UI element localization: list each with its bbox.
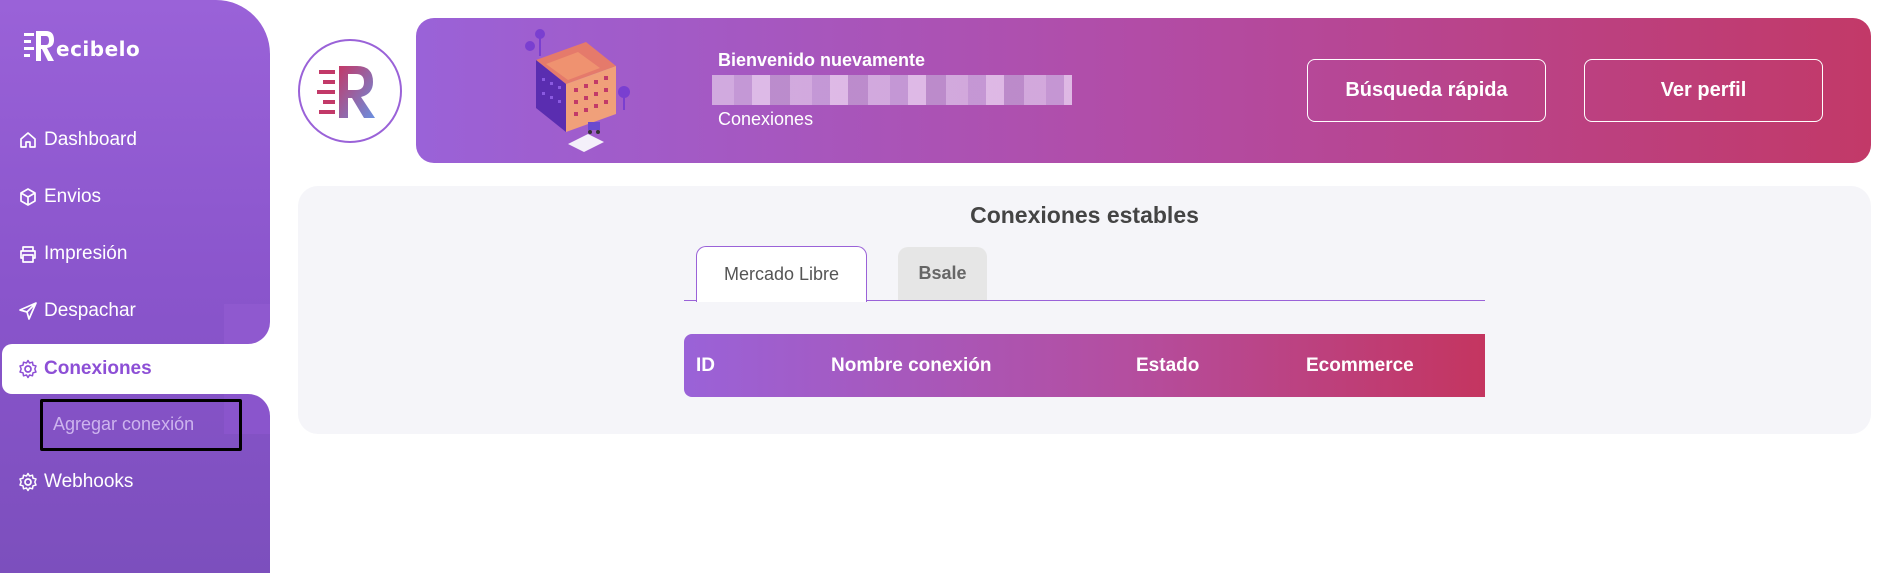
sidebar-item-despachar[interactable]: Despachar (18, 291, 136, 331)
send-icon (18, 301, 38, 321)
sidebar-item-label: Envios (44, 186, 102, 207)
box-icon (18, 187, 38, 207)
sidebar-item-conexiones[interactable]: Conexiones (0, 304, 270, 434)
sidebar-subitem-label: Agregar conexión (53, 414, 195, 434)
user-name-blurred (712, 75, 1072, 105)
sidebar-item-label: Dashboard (44, 129, 137, 150)
printer-icon (18, 244, 38, 264)
sidebar-item-webhooks[interactable]: Webhooks (18, 462, 133, 502)
table-header: ID Nombre conexión Estado Ecommerce (684, 334, 1485, 397)
view-profile-button[interactable]: Ver perfil (1584, 59, 1823, 122)
sidebar-item-dashboard[interactable]: Dashboard (18, 120, 137, 160)
current-section: Conexiones (718, 109, 814, 129)
gear-icon (18, 472, 38, 492)
sidebar-item-label: Conexiones (44, 358, 152, 379)
tab-bsale[interactable]: Bsale (898, 247, 987, 300)
column-header-estado[interactable]: Estado (1136, 334, 1199, 397)
sidebar-item-label: Despachar (44, 300, 136, 321)
welcome-text: Bienvenido nuevamente (718, 50, 926, 70)
sidebar-item-envios[interactable]: Envios (18, 177, 101, 217)
sidebar-item-label: Impresión (44, 243, 128, 264)
welcome-banner: Bienvenido nuevamente Conexiones Búsqued… (416, 18, 1871, 163)
sidebar-subitem-agregar-conexion[interactable]: Agregar conexión (40, 399, 242, 451)
sidebar: ecibelo Dashboard Envios Impresión Despa… (0, 0, 270, 573)
column-header-name[interactable]: Nombre conexión (831, 334, 991, 397)
column-header-ecommerce[interactable]: Ecommerce (1306, 334, 1414, 397)
sidebar-item-label: Webhooks (44, 471, 134, 492)
logo-text: ecibelo (56, 37, 141, 61)
logo-r-icon (317, 66, 375, 118)
building-illustration (525, 29, 630, 152)
avatar[interactable] (298, 39, 402, 143)
connections-card: Conexiones estables Mercado Libre Bsale … (298, 186, 1871, 434)
app-logo[interactable]: ecibelo (24, 26, 154, 66)
home-icon (18, 130, 38, 150)
quick-search-button[interactable]: Búsqueda rápida (1307, 59, 1546, 122)
sidebar-item-impresion[interactable]: Impresión (18, 234, 127, 274)
tab-mercado-libre[interactable]: Mercado Libre (696, 246, 867, 302)
column-header-id[interactable]: ID (696, 334, 715, 397)
gear-icon (18, 359, 38, 379)
logo-r-icon (24, 31, 54, 61)
page-title: Conexiones estables (970, 202, 1199, 228)
